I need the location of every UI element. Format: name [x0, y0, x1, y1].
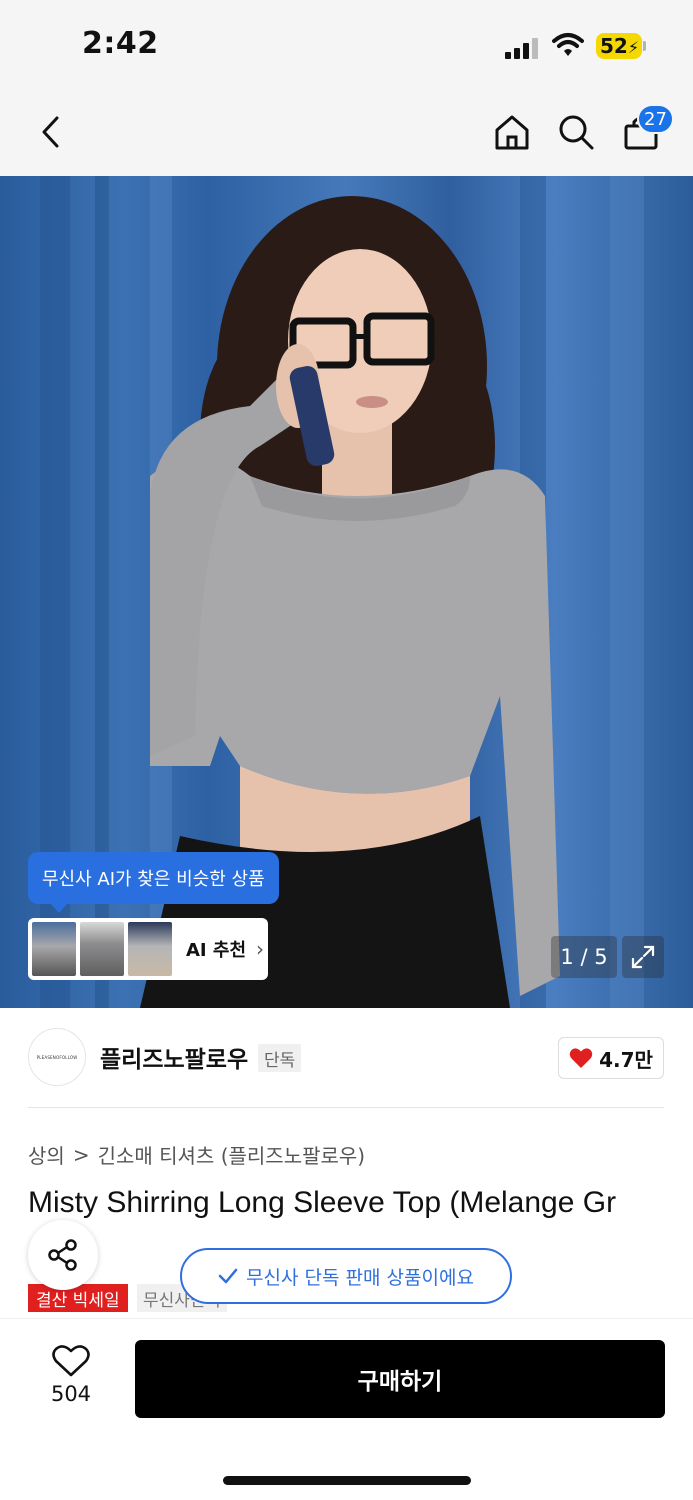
search-icon	[559, 115, 594, 150]
breadcrumb-separator: >	[72, 1142, 90, 1167]
home-button[interactable]	[490, 110, 534, 154]
status-bar: 2:42 52⚡	[0, 0, 693, 90]
brand-like-button[interactable]: 4.7만	[558, 1037, 664, 1079]
expand-icon	[631, 945, 655, 969]
buy-button[interactable]: 구매하기	[135, 1340, 665, 1418]
ai-thumbnail	[80, 922, 124, 976]
brand-name[interactable]: 플리즈노팔로우	[100, 1040, 248, 1074]
search-button[interactable]	[554, 110, 598, 154]
share-icon	[48, 1239, 77, 1271]
back-button[interactable]	[30, 112, 70, 152]
check-icon	[218, 1268, 238, 1284]
ai-thumbnail	[128, 922, 172, 976]
expand-button[interactable]	[622, 936, 664, 978]
ai-similar-tooltip[interactable]: 무신사 AI가 찾은 비슷한 상품	[28, 852, 279, 913]
top-nav	[0, 90, 693, 176]
brand-logo-text: PLEASENOFOLLOW	[36, 1054, 78, 1060]
heart-outline-icon	[52, 1345, 90, 1377]
chevron-right-icon: ›	[256, 937, 265, 961]
ai-recommend-card[interactable]: AI 추천 ›	[28, 918, 268, 980]
home-icon	[495, 115, 529, 150]
breadcrumb-category[interactable]: 상의	[28, 1140, 65, 1169]
wishlist-button[interactable]: 504	[40, 1344, 102, 1414]
exclusive-notice-text: 무신사 단독 판매 상품이에요	[246, 1266, 474, 1289]
breadcrumb-subcategory[interactable]: 긴소매 티셔츠 (플리즈노팔로우)	[98, 1140, 366, 1169]
cellular-signal-icon	[505, 37, 541, 59]
exclusive-notice-toast: 무신사 단독 판매 상품이에요	[180, 1248, 512, 1304]
share-button[interactable]	[28, 1220, 98, 1290]
home-indicator	[223, 1476, 471, 1485]
ai-recommend-label: AI 추천	[186, 940, 247, 961]
product-title: Misty Shirring Long Sleeve Top (Melange …	[28, 1186, 617, 1219]
image-counter: 1 / 5	[551, 936, 617, 978]
brand-exclusive-tag: 단독	[258, 1044, 302, 1072]
battery-icon: 52⚡	[596, 33, 646, 59]
cart-count-badge: 27	[637, 104, 674, 134]
sale-badge: 결산 빅세일	[28, 1284, 128, 1312]
wifi-icon	[552, 32, 584, 62]
brand-logo[interactable]: PLEASENOFOLLOW	[28, 1028, 86, 1086]
chevron-left-icon	[42, 116, 59, 148]
ai-thumbnail	[32, 922, 76, 976]
heart-filled-icon	[569, 1048, 593, 1068]
divider	[28, 1107, 664, 1108]
wishlist-count: 504	[50, 1382, 92, 1406]
status-time: 2:42	[82, 26, 159, 61]
breadcrumb: 상의 > 긴소매 티셔츠 (플리즈노팔로우)	[28, 1140, 365, 1169]
battery-percent: 52	[600, 34, 628, 58]
brand-like-count: 4.7만	[599, 1047, 653, 1072]
